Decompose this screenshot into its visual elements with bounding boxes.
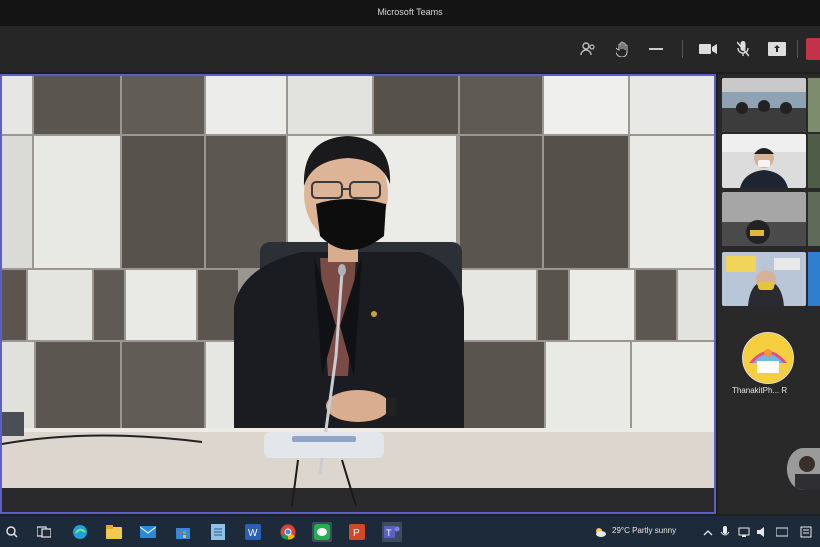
- participant-tile-edge[interactable]: [808, 134, 820, 188]
- svg-text:W: W: [248, 528, 258, 539]
- participant-avatar[interactable]: [742, 332, 794, 384]
- svg-text:T: T: [386, 528, 392, 538]
- powerpoint-icon[interactable]: P: [347, 522, 367, 542]
- word-icon[interactable]: W: [243, 522, 263, 542]
- toolbar-separator: [797, 40, 798, 58]
- main-video-stage[interactable]: [0, 74, 716, 514]
- chrome-icon[interactable]: [278, 522, 298, 542]
- share-icon[interactable]: [766, 38, 788, 60]
- meeting-toolbar: [0, 26, 820, 72]
- microphone-tray-icon[interactable]: [720, 525, 732, 537]
- camera-icon[interactable]: [697, 38, 719, 60]
- participant-gallery: ThanakitPh... R: [718, 74, 820, 514]
- search-icon[interactable]: [2, 522, 22, 542]
- windows-taskbar: W P T 29°C Partly sunny: [0, 516, 820, 547]
- file-explorer-icon[interactable]: [104, 522, 124, 542]
- more-icon[interactable]: [645, 38, 667, 60]
- participant-tile-edge[interactable]: [808, 78, 820, 132]
- participant-tile[interactable]: [722, 78, 806, 132]
- chevron-up-icon[interactable]: [703, 525, 715, 537]
- edge-icon[interactable]: [70, 522, 90, 542]
- speaker-video: [2, 76, 714, 512]
- language-icon[interactable]: [775, 525, 789, 537]
- line-app-icon[interactable]: [312, 522, 332, 542]
- store-icon[interactable]: [173, 522, 193, 542]
- participant-tile-edge[interactable]: [808, 192, 820, 246]
- toolbar-separator: [682, 40, 683, 58]
- notification-icon[interactable]: [800, 525, 812, 538]
- weather-text[interactable]: 29°C Partly sunny: [612, 526, 676, 535]
- mic-off-icon[interactable]: [732, 38, 754, 60]
- self-view-avatar[interactable]: [787, 448, 820, 490]
- teams-icon[interactable]: T: [382, 522, 402, 542]
- participant-tile-edge[interactable]: [808, 252, 820, 306]
- participant-tile[interactable]: [722, 134, 806, 188]
- volume-icon[interactable]: [756, 525, 768, 537]
- participant-tile[interactable]: [722, 192, 806, 246]
- people-icon[interactable]: [577, 38, 599, 60]
- weather-icon[interactable]: [594, 525, 606, 537]
- leave-button[interactable]: [806, 38, 820, 60]
- window-title: Microsoft Teams: [377, 7, 443, 17]
- mail-icon[interactable]: [138, 522, 158, 542]
- raise-hand-icon[interactable]: [612, 38, 634, 60]
- participant-name: ThanakitPh... R: [732, 386, 788, 395]
- network-icon[interactable]: [738, 525, 750, 537]
- task-view-icon[interactable]: [34, 522, 54, 542]
- notepad-icon[interactable]: [208, 522, 228, 542]
- title-bar: Microsoft Teams: [0, 0, 820, 26]
- svg-text:P: P: [353, 528, 360, 539]
- participant-tile[interactable]: [722, 252, 806, 306]
